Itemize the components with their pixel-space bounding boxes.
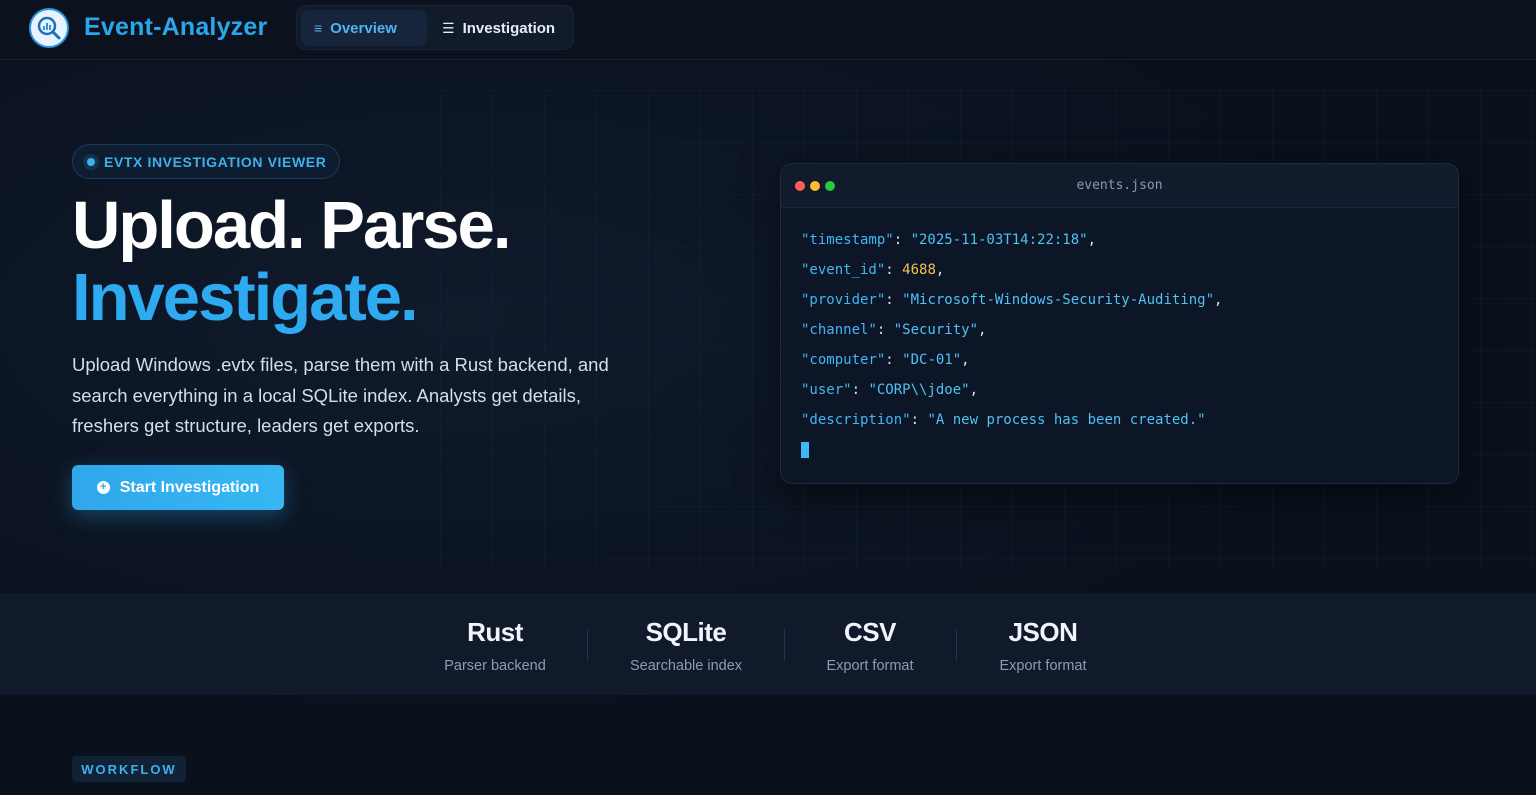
stat-subtitle: Searchable index	[629, 658, 743, 674]
stat-subtitle: Export format	[826, 658, 914, 674]
code-preview-window: events.json "timestamp": "2025-11-03T14:…	[780, 163, 1459, 484]
stat-csv: CSV Export format	[816, 617, 924, 674]
tab-investigation[interactable]: ☰ Investigation	[429, 10, 568, 46]
code-key: "provider"	[801, 292, 886, 308]
page: Event-Analyzer ≡ Overview ☰ Investigatio…	[0, 0, 1536, 795]
code-key: "event_id"	[801, 262, 886, 278]
stat-sqlite: SQLite Searchable index	[620, 617, 752, 674]
text-cursor	[801, 442, 809, 458]
brand-name[interactable]: Event-Analyzer	[84, 13, 267, 42]
tab-overview-label: Overview	[330, 19, 397, 37]
stat-divider	[784, 629, 785, 661]
code-value: "A new process has been created."	[927, 412, 1206, 428]
stat-title: SQLite	[645, 617, 727, 647]
nav-tabs: ≡ Overview ☰ Investigation	[296, 5, 574, 50]
plus-circle-icon: +	[96, 481, 110, 494]
list-icon: ☰	[442, 20, 455, 36]
code-key: "computer"	[801, 352, 886, 368]
badge-dot-icon	[87, 157, 95, 166]
code-line: "provider": "Microsoft-Windows-Security-…	[801, 292, 1223, 308]
code-body: "timestamp": "2025-11-03T14:22:18", "even…	[801, 230, 1222, 458]
code-value: 4688	[902, 262, 936, 278]
stat-title: Rust	[467, 617, 523, 647]
stat-divider	[956, 629, 957, 661]
stat-subtitle: Parser backend	[444, 658, 546, 674]
hero-description: Upload Windows .evtx files, parse them w…	[72, 354, 609, 436]
stat-rust: Rust Parser backend	[435, 617, 555, 674]
code-line: "timestamp": "2025-11-03T14:22:18",	[801, 232, 1097, 248]
stats-band: Rust Parser backend SQLite Searchable in…	[0, 594, 1536, 694]
code-window-titlebar: events.json	[781, 164, 1458, 208]
headline-line1: Upload. Parse.	[72, 188, 511, 263]
code-line: "description": "A new process has been c…	[801, 412, 1206, 428]
hero-badge: EVTX INVESTIGATION VIEWER	[72, 144, 340, 179]
code-value: "DC-01"	[902, 352, 962, 368]
stat-title: JSON	[1008, 617, 1078, 647]
code-value: "CORP\\jdoe"	[868, 382, 970, 398]
code-line: "user": "CORP\\jdoe",	[801, 382, 979, 398]
code-value: "Microsoft-Windows-Security-Auditing"	[902, 292, 1215, 308]
stat-divider	[587, 629, 588, 661]
top-navbar: Event-Analyzer ≡ Overview ☰ Investigatio…	[0, 0, 1536, 60]
code-line: "channel": "Security",	[801, 322, 987, 338]
headline-line2: Investigate.	[72, 260, 419, 335]
stat-subtitle: Export format	[999, 658, 1087, 674]
stat-title: CSV	[844, 617, 896, 647]
menu-icon: ≡	[314, 20, 323, 36]
stat-json: JSON Export format	[989, 617, 1097, 674]
code-key: "channel"	[801, 322, 877, 338]
badge-label: EVTX INVESTIGATION VIEWER	[104, 153, 327, 170]
workflow-section-label: WORKFLOW	[72, 756, 186, 782]
code-key: "timestamp"	[801, 232, 894, 248]
code-value: "Security"	[893, 322, 979, 338]
code-key: "user"	[801, 382, 852, 398]
tab-overview[interactable]: ≡ Overview	[301, 10, 427, 46]
code-key: "description"	[801, 412, 911, 428]
code-filename: events.json	[1076, 178, 1163, 193]
code-line: "computer": "DC-01",	[801, 352, 970, 368]
code-value: "2025-11-03T14:22:18"	[910, 232, 1088, 248]
app-logo-icon[interactable]	[29, 8, 69, 48]
start-investigation-button[interactable]: + Start Investigation	[72, 465, 284, 510]
code-line: "event_id": 4688,	[801, 262, 945, 278]
cta-label: Start Investigation	[119, 478, 260, 496]
tab-investigation-label: Investigation	[462, 19, 556, 37]
